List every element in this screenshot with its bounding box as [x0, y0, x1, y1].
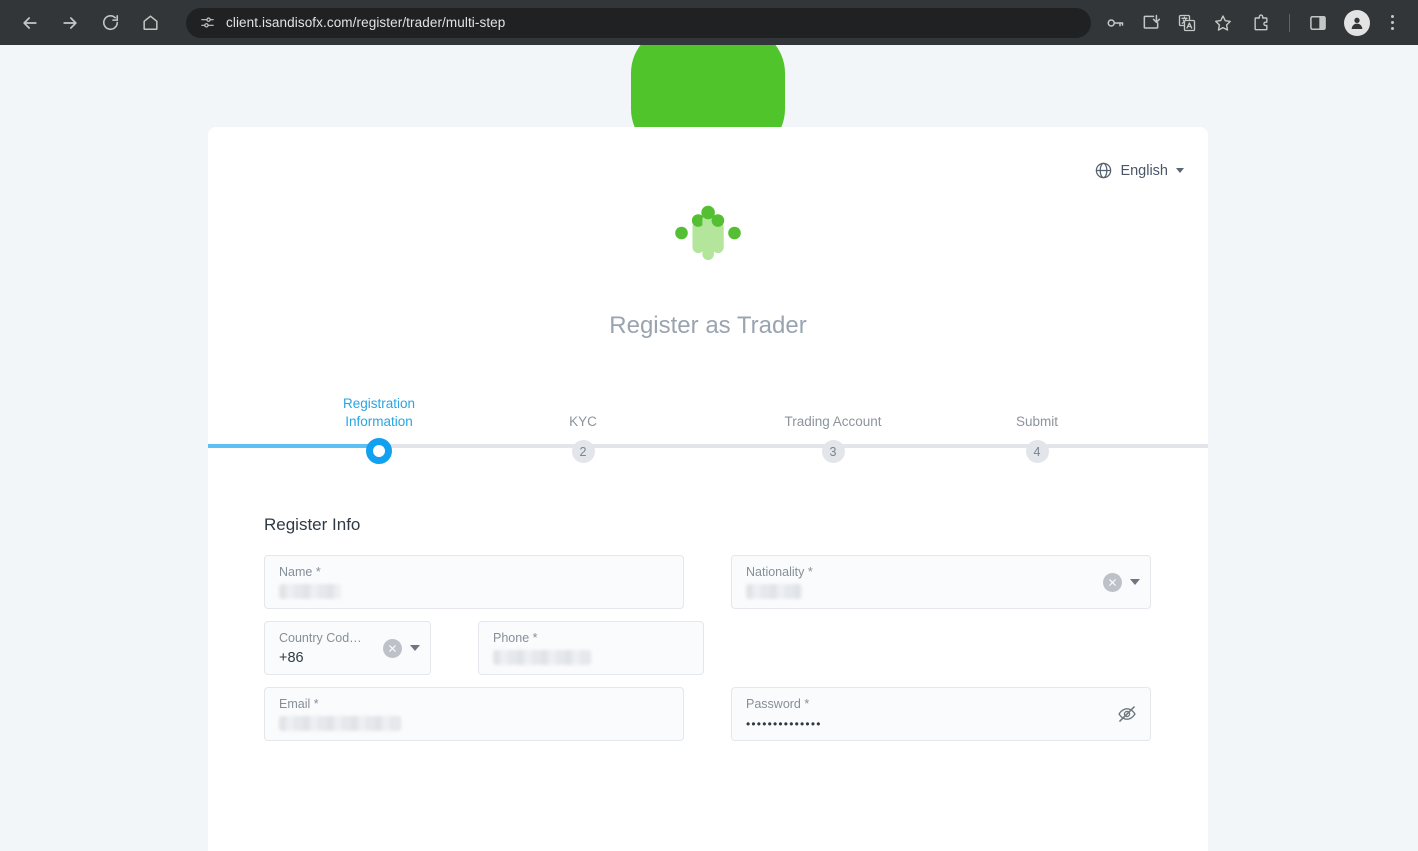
- toolbar-divider: [1289, 13, 1290, 32]
- omnibox-actions: [1097, 8, 1241, 38]
- step-indicator: 4: [1025, 440, 1049, 463]
- field-label: Email *: [279, 697, 319, 711]
- redacted-value: [279, 584, 341, 599]
- brand-logo: [208, 200, 1208, 266]
- step-label: Submit: [1015, 414, 1059, 429]
- field-label: Name *: [279, 565, 321, 579]
- page-title: Register as Trader: [609, 312, 807, 339]
- chevron-down-icon: [1176, 168, 1184, 173]
- phone-field[interactable]: Phone *: [478, 621, 704, 675]
- site-settings-icon[interactable]: [198, 14, 216, 32]
- install-app-icon[interactable]: [1136, 8, 1166, 38]
- redacted-value: [279, 716, 401, 731]
- redacted-value: [493, 650, 591, 665]
- page-viewport: English Register as Trader Registration …: [0, 45, 1418, 851]
- step-indicator: 3: [821, 440, 845, 463]
- step-label: Trading Account: [784, 414, 882, 429]
- password-field[interactable]: Password * ••••••••••••••: [731, 687, 1151, 741]
- field-actions: [1103, 556, 1140, 608]
- step-registration-information[interactable]: Registration Information: [294, 391, 464, 464]
- chrome-menu-icon[interactable]: [1378, 9, 1406, 37]
- address-bar[interactable]: client.isandisofx.com/register/trader/mu…: [186, 7, 1091, 38]
- clear-icon[interactable]: [383, 638, 402, 658]
- bookmark-star-icon[interactable]: [1208, 8, 1238, 38]
- field-actions: [383, 622, 420, 674]
- step-trading-account[interactable]: Trading Account 3: [748, 391, 918, 463]
- field-label: Password *: [746, 697, 810, 711]
- page-scrollbar[interactable]: [1412, 90, 1418, 851]
- url-text: client.isandisofx.com/register/trader/mu…: [226, 15, 506, 30]
- form-fields: Name * Nationality * Country Cod… +86 Ph…: [264, 555, 1152, 741]
- globe-icon: [1094, 161, 1113, 180]
- forward-icon[interactable]: [55, 8, 85, 38]
- password-manager-icon[interactable]: [1100, 8, 1130, 38]
- clear-icon[interactable]: [1103, 572, 1122, 592]
- email-field[interactable]: Email *: [264, 687, 684, 741]
- nationality-field[interactable]: Nationality *: [731, 555, 1151, 609]
- step-label: KYC: [569, 414, 597, 429]
- side-panel-icon[interactable]: [1303, 8, 1333, 38]
- chevron-down-icon[interactable]: [410, 645, 420, 651]
- step-label: Registration Information: [342, 396, 416, 429]
- registration-card: English Register as Trader Registration …: [208, 127, 1208, 851]
- field-label: Phone *: [493, 631, 538, 645]
- chevron-down-icon[interactable]: [1130, 579, 1140, 585]
- step-indicator: [366, 438, 392, 464]
- language-selector[interactable]: English: [1094, 161, 1184, 180]
- section-title: Register Info: [264, 515, 361, 534]
- back-icon[interactable]: [15, 8, 45, 38]
- reload-icon[interactable]: [95, 8, 125, 38]
- browser-toolbar: client.isandisofx.com/register/trader/mu…: [0, 0, 1418, 45]
- redacted-value: [746, 584, 802, 599]
- field-value: ••••••••••••••: [746, 717, 822, 731]
- profile-avatar[interactable]: [1344, 9, 1370, 36]
- registration-stepper: Registration Information KYC 2 Trading A…: [208, 391, 1208, 464]
- country-code-field[interactable]: Country Cod… +86: [264, 621, 431, 675]
- field-label: Nationality *: [746, 565, 813, 579]
- translate-icon[interactable]: [1172, 8, 1202, 38]
- field-actions: [1116, 688, 1140, 740]
- step-submit[interactable]: Submit 4: [952, 391, 1122, 463]
- extensions-icon[interactable]: [1246, 8, 1276, 38]
- waveform-logo-icon: [675, 205, 741, 260]
- name-field[interactable]: Name *: [264, 555, 684, 609]
- chrome-right-actions: [1241, 8, 1408, 38]
- step-kyc[interactable]: KYC 2: [498, 391, 668, 463]
- language-label: English: [1120, 162, 1168, 179]
- step-indicator: 2: [571, 440, 595, 463]
- eye-off-icon[interactable]: [1116, 703, 1138, 725]
- home-icon[interactable]: [135, 8, 165, 38]
